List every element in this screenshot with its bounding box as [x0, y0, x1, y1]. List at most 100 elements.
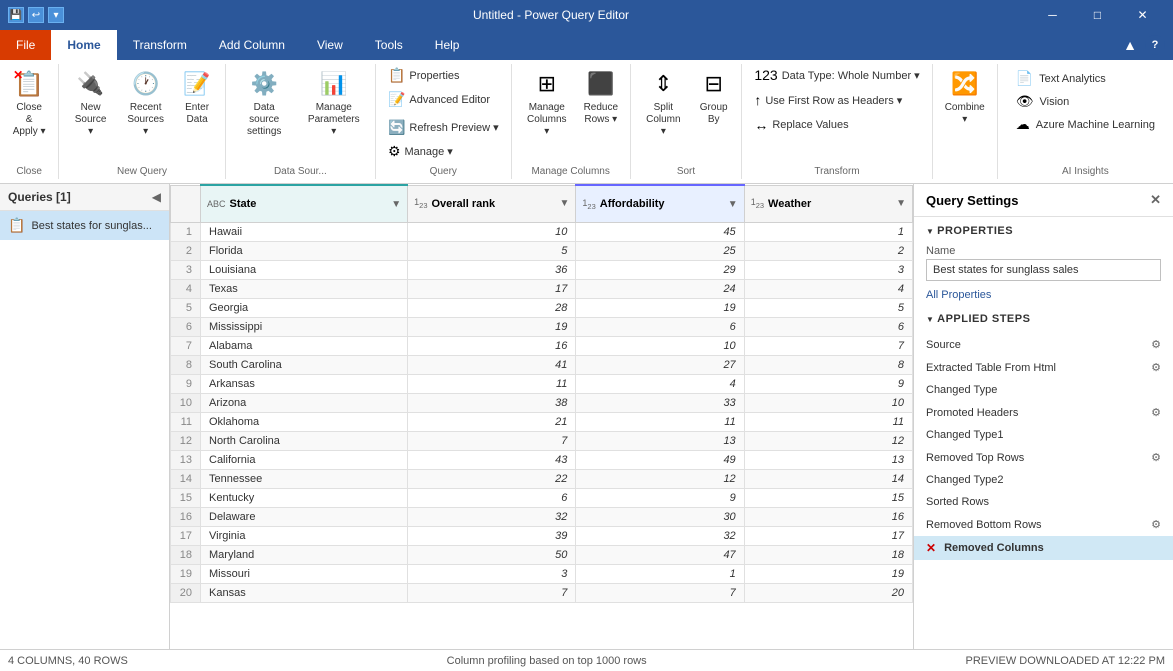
applied-step-item[interactable]: Changed Type [914, 379, 1173, 401]
properties-section-title: PROPERTIES [914, 217, 1173, 241]
data-type-icon: 123 [754, 67, 777, 83]
use-first-row-button[interactable]: ↑ Use First Row as Headers ▾ [748, 89, 908, 111]
split-column-button[interactable]: ⇕ SplitColumn ▾ [637, 64, 690, 142]
col-header-state[interactable]: ABC State ▼ [201, 185, 408, 223]
name-label: Name [926, 245, 1161, 257]
refresh-preview-button[interactable]: 🔄 Refresh Preview ▾ [382, 116, 505, 139]
undo-icon[interactable]: ↩ [28, 7, 44, 23]
applied-step-item[interactable]: ✕ Removed Columns [914, 536, 1173, 560]
manage-columns-button[interactable]: ⊞ ManageColumns ▾ [518, 64, 576, 142]
replace-values-button[interactable]: ↔ Replace Values [748, 114, 854, 136]
dropdown-icon[interactable]: ▾ [48, 7, 64, 23]
tab-view[interactable]: View [301, 30, 359, 60]
applied-step-item[interactable]: Promoted Headers ⚙ [914, 401, 1173, 424]
group-by-button[interactable]: ⊟ GroupBy [692, 64, 735, 130]
replace-values-label: Replace Values [772, 119, 848, 131]
ai-group-label: AI Insights [998, 166, 1173, 177]
manage-button[interactable]: ⚙ Manage ▾ [382, 140, 459, 163]
minimize-button[interactable]: ─ [1030, 0, 1075, 30]
state-filter-icon[interactable]: ▼ [391, 199, 401, 210]
text-analytics-button[interactable]: 📄 Text Analytics [1012, 68, 1159, 89]
applied-step-item[interactable]: Removed Top Rows ⚙ [914, 446, 1173, 469]
step-left: Changed Type2 [926, 474, 1003, 486]
rank-type-icon: 123 [414, 197, 427, 210]
tab-transform[interactable]: Transform [117, 30, 203, 60]
azure-ml-button[interactable]: ☁ Azure Machine Learning [1012, 114, 1159, 135]
properties-button[interactable]: 📋 Properties [382, 64, 466, 87]
applied-step-item[interactable]: Source ⚙ [914, 333, 1173, 356]
applied-step-item[interactable]: Changed Type1 [914, 424, 1173, 446]
weather-filter-icon[interactable]: ▼ [896, 198, 906, 209]
applied-step-item[interactable]: Removed Bottom Rows ⚙ [914, 513, 1173, 536]
afford-filter-icon[interactable]: ▼ [728, 199, 738, 210]
row-index: 18 [171, 546, 201, 565]
step-gear-icon[interactable]: ⚙ [1151, 338, 1161, 351]
queries-collapse-button[interactable]: ◀ [152, 190, 161, 204]
recent-sources-label: RecentSources ▾ [124, 102, 168, 138]
close-window-button[interactable]: ✕ [1120, 0, 1165, 30]
row-index: 19 [171, 565, 201, 584]
step-gear-icon[interactable]: ⚙ [1151, 451, 1161, 464]
sort-content: ⇕ SplitColumn ▾ ⊟ GroupBy [637, 64, 736, 158]
name-input[interactable] [926, 259, 1161, 281]
step-gear-icon[interactable]: ⚙ [1151, 518, 1161, 531]
tab-file[interactable]: File [0, 30, 51, 60]
query-item-icon: 📋 [8, 217, 25, 234]
tab-add-column[interactable]: Add Column [203, 30, 301, 60]
applied-step-item[interactable]: Extracted Table From Html ⚙ [914, 356, 1173, 379]
cell-state: Louisiana [201, 261, 408, 280]
settings-close-button[interactable]: ✕ [1150, 192, 1161, 208]
recent-sources-button[interactable]: 🕐 RecentSources ▾ [118, 64, 174, 142]
expand-ribbon-icon[interactable]: ▲ [1123, 37, 1137, 53]
save-icon[interactable]: 💾 [8, 7, 24, 23]
cell-state: Delaware [201, 508, 408, 527]
combine-button[interactable]: 🔀 Combine▾ [939, 64, 991, 130]
enter-data-button[interactable]: 📝 EnterData [175, 64, 218, 130]
queries-panel: Queries [1] ◀ 📋 Best states for sunglas.… [0, 184, 170, 649]
rank-filter-icon[interactable]: ▼ [560, 198, 570, 209]
table-row: 16 Delaware 32 30 16 [171, 508, 913, 527]
cell-state: Arkansas [201, 375, 408, 394]
manage-params-button[interactable]: 📊 ManageParameters ▾ [299, 64, 369, 142]
all-properties-link[interactable]: All Properties [914, 285, 1173, 305]
cell-weather: 19 [744, 565, 912, 584]
vision-button[interactable]: 👁 Vision [1012, 91, 1159, 112]
col-header-weather[interactable]: 123 Weather ▼ [744, 185, 912, 223]
cell-afford: 33 [576, 394, 744, 413]
applied-step-item[interactable]: Sorted Rows [914, 491, 1173, 513]
help-button[interactable]: ? [1145, 35, 1165, 55]
cell-afford: 45 [576, 223, 744, 242]
data-type-button[interactable]: 123 Data Type: Whole Number ▾ [748, 64, 925, 86]
data-grid[interactable]: ABC State ▼ 123 Overall rank ▼ [170, 184, 913, 649]
columns-group-label: Manage Columns [512, 166, 630, 177]
col-header-afford[interactable]: 123 Affordability ▼ [576, 185, 744, 223]
maximize-button[interactable]: □ [1075, 0, 1120, 30]
new-source-button[interactable]: 🔌 NewSource ▾ [65, 64, 116, 142]
cell-afford: 47 [576, 546, 744, 565]
group-by-icon: ⊟ [698, 68, 730, 100]
step-gear-icon[interactable]: ⚙ [1151, 406, 1161, 419]
step-gear-icon[interactable]: ⚙ [1151, 361, 1161, 374]
tab-help[interactable]: Help [419, 30, 476, 60]
advanced-editor-button[interactable]: 📝 Advanced Editor [382, 88, 496, 111]
data-source-settings-button[interactable]: ⚙️ Data sourcesettings [232, 64, 297, 142]
table-row: 12 North Carolina 7 13 12 [171, 432, 913, 451]
cell-afford: 24 [576, 280, 744, 299]
table-row: 18 Maryland 50 47 18 [171, 546, 913, 565]
reduce-rows-label: ReduceRows ▾ [584, 102, 618, 126]
row-index: 15 [171, 489, 201, 508]
new-query-label: New Query [59, 166, 224, 177]
close-apply-button[interactable]: 📋 ✕ Close &Apply ▾ [6, 64, 52, 142]
row-index: 12 [171, 432, 201, 451]
col-header-rank[interactable]: 123 Overall rank ▼ [408, 185, 576, 223]
cell-rank: 22 [408, 470, 576, 489]
table-row: 11 Oklahoma 21 11 11 [171, 413, 913, 432]
applied-step-item[interactable]: Changed Type2 [914, 469, 1173, 491]
cell-state: Texas [201, 280, 408, 299]
reduce-rows-button[interactable]: ⬛ ReduceRows ▾ [578, 64, 624, 130]
tab-home[interactable]: Home [51, 30, 116, 60]
cell-afford: 27 [576, 356, 744, 375]
query-item[interactable]: 📋 Best states for sunglas... [0, 211, 169, 240]
tab-tools[interactable]: Tools [359, 30, 419, 60]
refresh-preview-icon: 🔄 [388, 119, 405, 136]
